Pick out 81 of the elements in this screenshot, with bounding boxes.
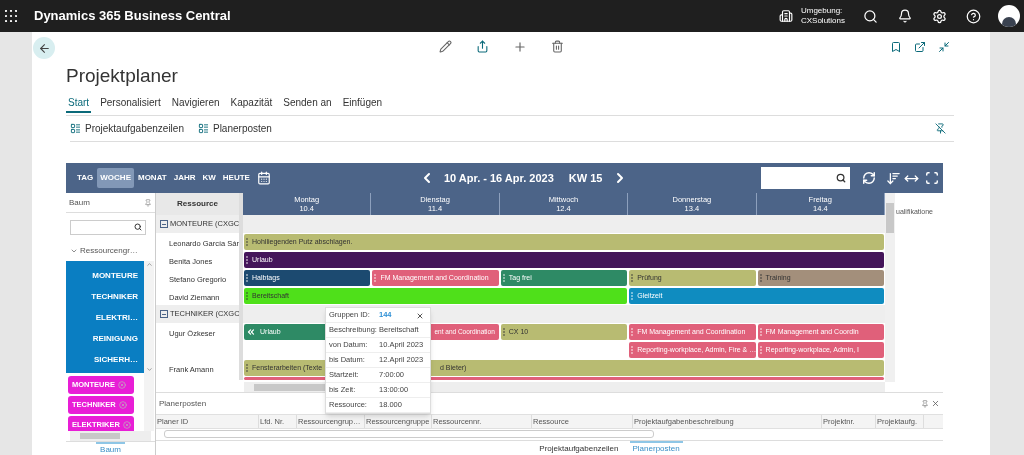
calendar-icon[interactable]: [256, 171, 271, 185]
settings-icon[interactable]: [932, 8, 947, 24]
view-button[interactable]: KW: [199, 168, 219, 188]
view-button[interactable]: MONAT: [134, 168, 170, 188]
grip-icon[interactable]: [759, 328, 762, 336]
ribbon-tab[interactable]: Personalisiert: [98, 95, 163, 113]
avatar[interactable]: [998, 5, 1020, 27]
grip-icon[interactable]: [502, 328, 505, 336]
scrollbar[interactable]: [144, 261, 154, 373]
view-button[interactable]: TAG: [74, 168, 97, 188]
share-icon[interactable]: [476, 40, 489, 53]
grip-icon[interactable]: [631, 274, 634, 282]
panel-tab[interactable]: Projektaufgabenzeilen: [536, 441, 622, 455]
tree-search-field[interactable]: [70, 219, 146, 235]
ribbon-tab[interactable]: Start: [66, 95, 92, 113]
list-icon: [70, 123, 81, 134]
view-button[interactable]: JAHR: [170, 168, 199, 188]
add-icon[interactable]: [513, 40, 527, 54]
planner-search-field[interactable]: [761, 167, 851, 189]
fullscreen-icon[interactable]: [925, 171, 940, 185]
grip-icon[interactable]: [759, 346, 762, 354]
panel-tab[interactable]: Planerposten: [629, 441, 683, 455]
close-icon[interactable]: [931, 399, 940, 408]
scroll-up-icon[interactable]: [145, 261, 153, 268]
panel-tab[interactable]: Baum: [96, 442, 125, 455]
expand-icon[interactable]: [70, 247, 78, 255]
grip-icon[interactable]: [759, 274, 762, 282]
view-button[interactable]: HEUTE: [219, 168, 253, 188]
back-button[interactable]: [33, 37, 55, 59]
grip-icon[interactable]: [631, 292, 634, 300]
bookmark-icon[interactable]: [890, 41, 902, 53]
ribbon-tab[interactable]: Kapazität: [228, 95, 275, 113]
tree-item[interactable]: MONTEURE: [66, 265, 144, 286]
refresh-icon[interactable]: [862, 171, 877, 185]
date-range: 10 Apr. - 16 Apr. 2023: [443, 170, 554, 186]
delete-icon[interactable]: [551, 40, 564, 53]
column-header: Ressource: [156, 193, 243, 215]
panel-title: Planerposten: [159, 397, 207, 410]
search-icon[interactable]: [863, 8, 878, 24]
list-icon: [197, 123, 209, 134]
scrollbar[interactable]: [144, 373, 154, 431]
sort-icon[interactable]: [886, 170, 902, 186]
ribbon-tab[interactable]: Senden an: [281, 95, 334, 113]
tree-item[interactable]: TECHNIKER: [66, 286, 144, 307]
grip-icon[interactable]: [631, 328, 634, 336]
ribbon-tab[interactable]: Navigieren: [169, 95, 222, 113]
building-icon[interactable]: [778, 9, 793, 23]
search-icon[interactable]: [134, 223, 142, 231]
tree-item[interactable]: REINIGUNG: [66, 328, 144, 349]
grip-icon[interactable]: [631, 346, 634, 354]
scrollbar[interactable]: [70, 431, 151, 441]
panel-title: Baum: [69, 196, 90, 209]
page-title: Projektplaner: [66, 64, 179, 88]
collapse-icon[interactable]: [938, 41, 950, 53]
pin-icon[interactable]: [935, 123, 946, 134]
tree-item[interactable]: ELEKTRI…: [66, 307, 144, 328]
help-icon[interactable]: [966, 8, 981, 24]
pin-icon[interactable]: [921, 399, 929, 408]
app-title[interactable]: Dynamics 365 Business Central: [34, 6, 231, 26]
notification-icon[interactable]: [898, 9, 912, 23]
tree-root[interactable]: Ressourcengr…: [80, 245, 138, 257]
back-arrow-icon: [37, 41, 51, 55]
continued-icon: [246, 327, 256, 337]
action-button[interactable]: Planerposten: [197, 121, 272, 136]
ribbon-tab[interactable]: Einfügen: [340, 95, 385, 113]
collapse-toggle[interactable]: [160, 220, 168, 228]
tree-item[interactable]: SICHERH…: [66, 349, 144, 370]
environment-label: Umgebung:: [800, 6, 843, 16]
open-new-window-icon[interactable]: [914, 41, 926, 53]
scrollbar[interactable]: [885, 193, 895, 382]
app-launcher-icon[interactable]: [5, 10, 17, 22]
collapse-toggle[interactable]: [160, 310, 168, 318]
search-icon[interactable]: [836, 173, 847, 183]
close-icon[interactable]: [416, 312, 424, 320]
action-button[interactable]: Projektaufgabenzeilen: [70, 121, 184, 136]
scroll-down-icon[interactable]: [145, 366, 153, 373]
grip-icon[interactable]: [374, 274, 377, 282]
environment-name: CXSolutions: [800, 16, 845, 26]
edit-icon[interactable]: [439, 40, 452, 53]
week-number: KW 15: [568, 170, 603, 186]
grip-icon[interactable]: [502, 274, 505, 282]
